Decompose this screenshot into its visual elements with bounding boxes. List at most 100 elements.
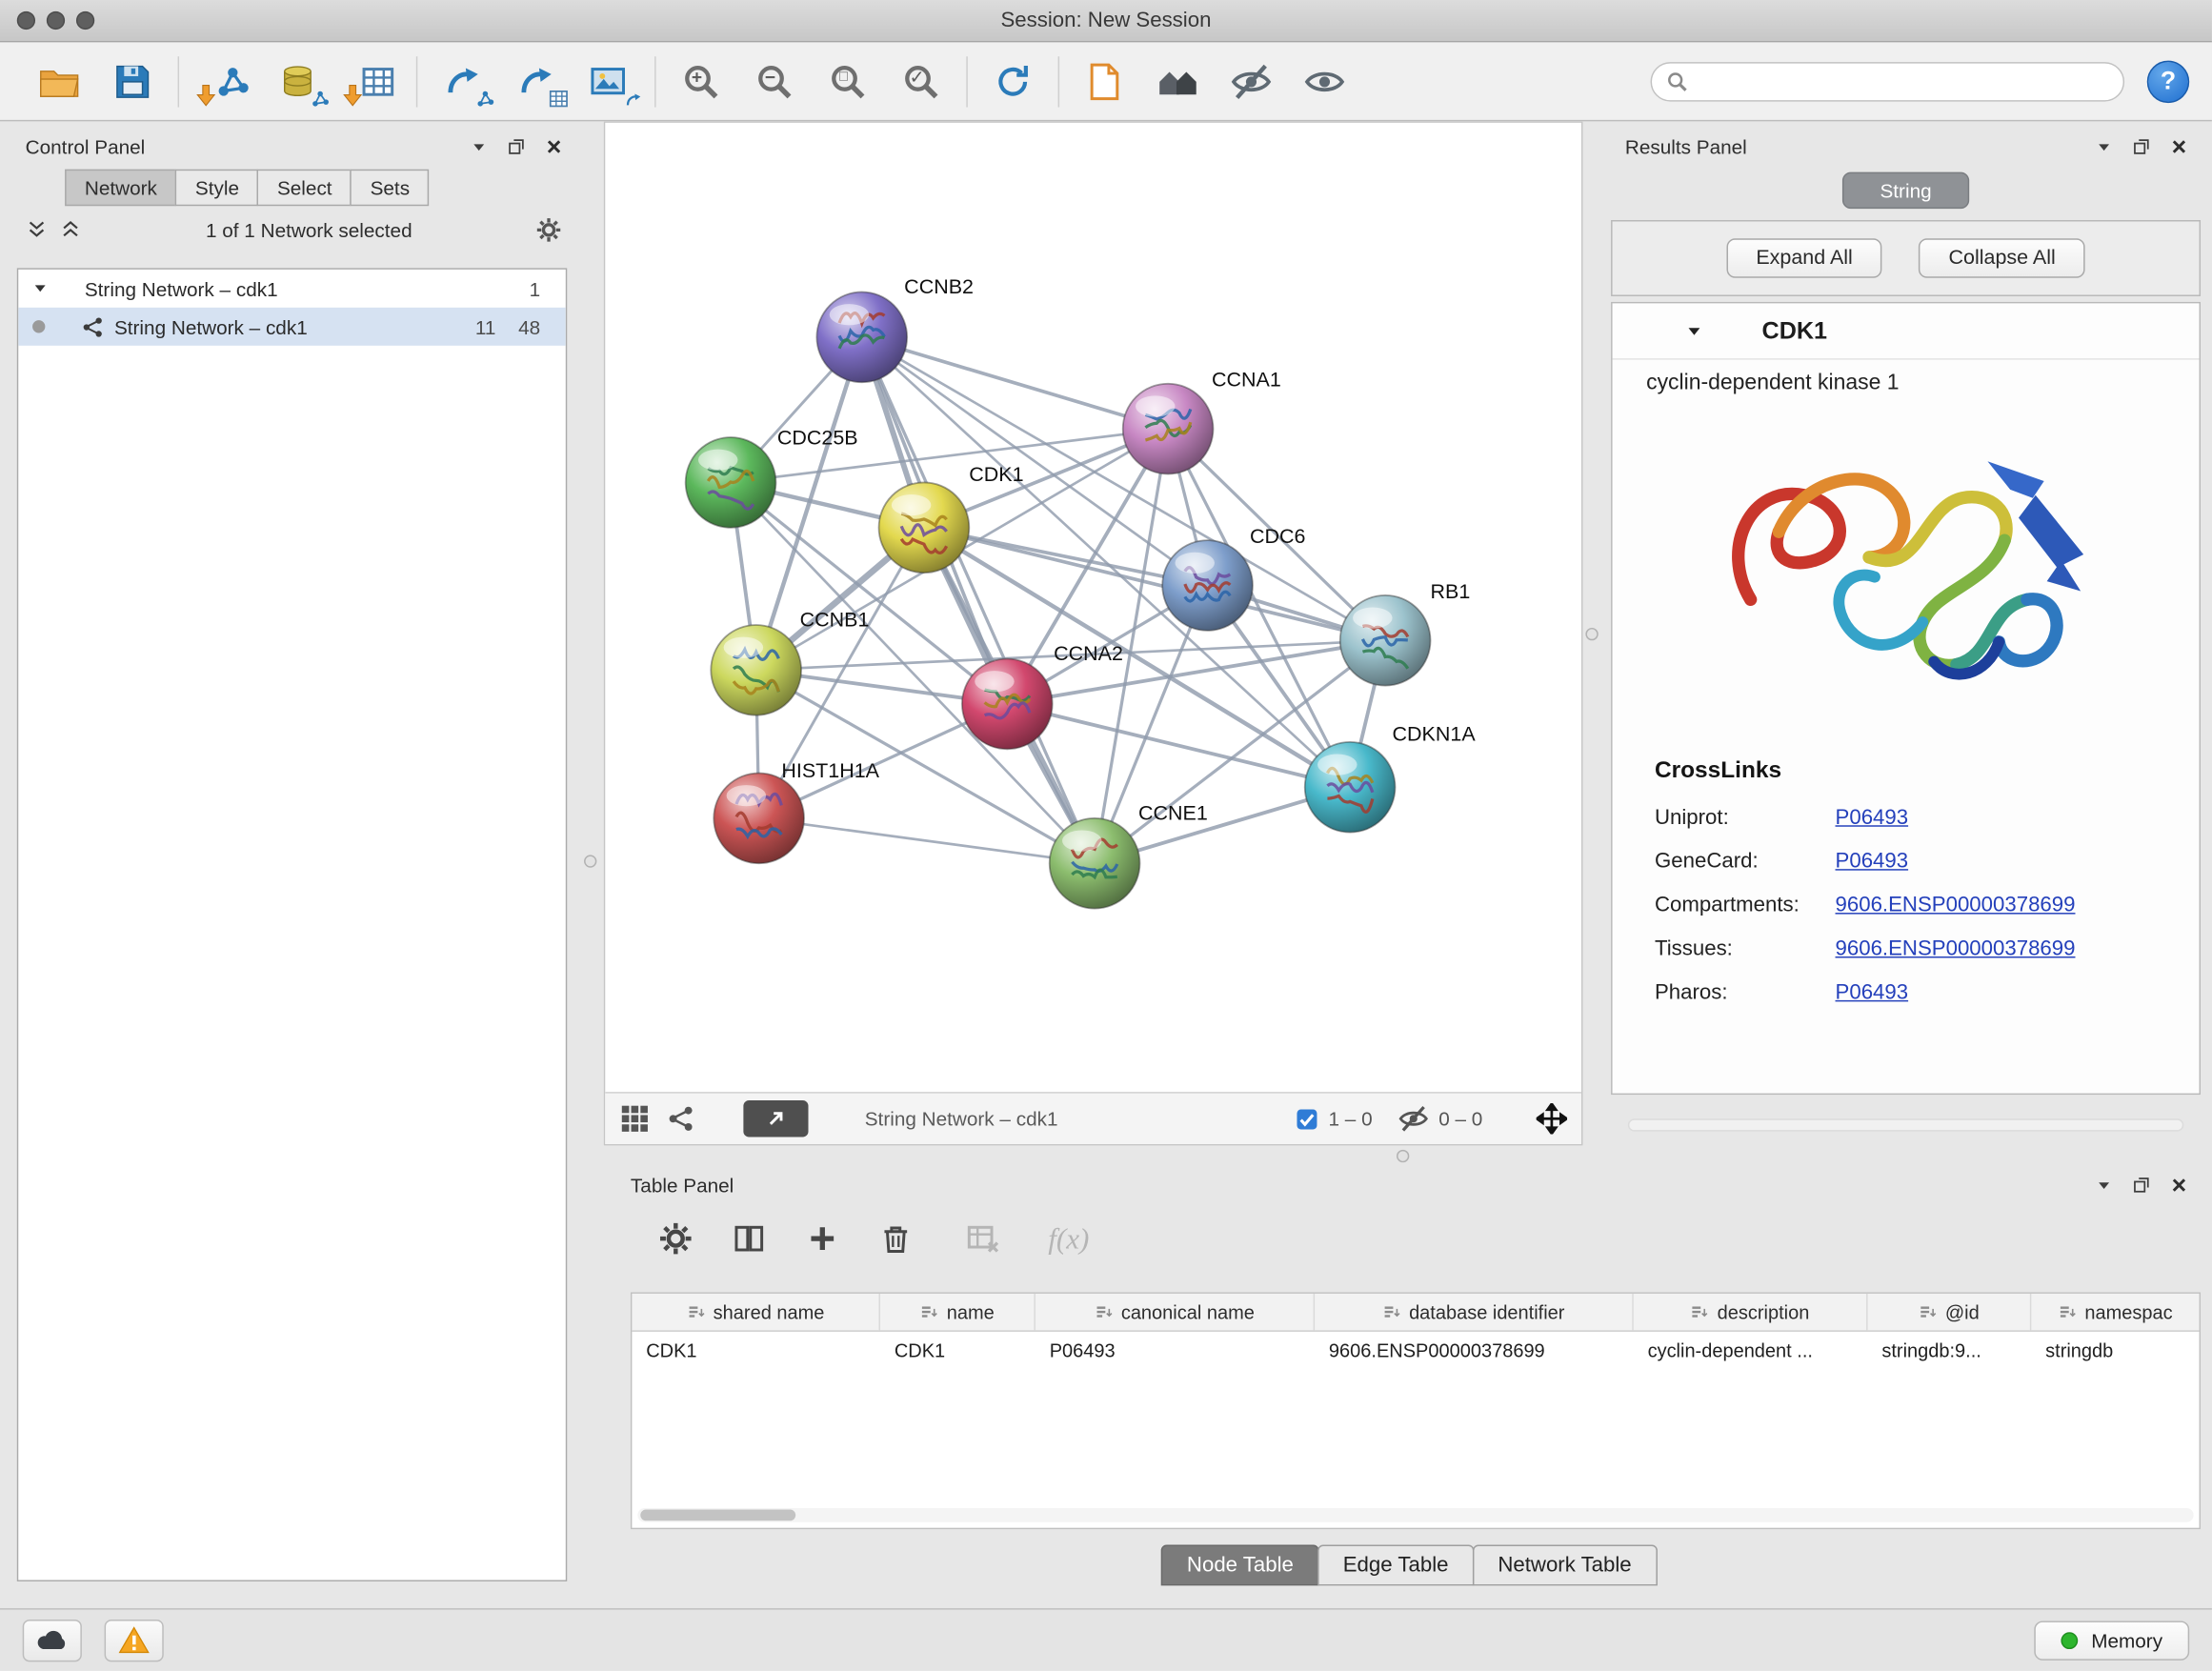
collapse-panel-icon[interactable] xyxy=(2097,1178,2112,1193)
collapse-all-button[interactable]: Collapse All xyxy=(1919,238,2084,277)
float-panel-icon[interactable] xyxy=(2132,137,2152,157)
help-button[interactable]: ? xyxy=(2147,60,2189,102)
search-input[interactable] xyxy=(1697,70,2108,92)
panel-resize-handle[interactable] xyxy=(1585,628,1598,640)
column-header-shared-name[interactable]: shared name xyxy=(632,1294,880,1331)
close-panel-icon[interactable]: × xyxy=(2172,134,2187,160)
open-session-button[interactable] xyxy=(23,50,96,112)
string-app-icon[interactable] xyxy=(667,1104,695,1133)
gear-icon[interactable] xyxy=(536,217,562,243)
network-node-ccna1[interactable] xyxy=(1123,384,1214,474)
zoom-fit-button[interactable]: □ xyxy=(811,50,884,112)
export-image-button[interactable] xyxy=(573,50,646,112)
tab-network-table[interactable]: Network Table xyxy=(1473,1544,1658,1585)
open-view-button[interactable] xyxy=(743,1100,808,1137)
float-panel-icon[interactable] xyxy=(2132,1176,2152,1196)
column-header-namespac[interactable]: namespac xyxy=(2031,1294,2201,1331)
results-scrollbar[interactable] xyxy=(1628,1118,2183,1131)
disclosure-triangle-icon[interactable] xyxy=(32,281,48,296)
import-arrow-icon xyxy=(193,83,219,109)
collapse-all-icon[interactable] xyxy=(26,219,49,242)
network-node-ccnb2[interactable] xyxy=(816,292,907,383)
table-row[interactable]: CDK1CDK1P064939606.ENSP00000378699cyclin… xyxy=(632,1332,2199,1370)
column-header-database-identifier[interactable]: database identifier xyxy=(1315,1294,1634,1331)
network-node-cdc6[interactable] xyxy=(1162,540,1253,631)
network-node-cdc25b[interactable] xyxy=(686,437,776,528)
entry-collapse-icon[interactable] xyxy=(1686,322,1703,339)
checkbox-icon[interactable] xyxy=(1295,1107,1318,1131)
column-header-name[interactable]: name xyxy=(880,1294,1036,1331)
string-tab-button[interactable]: String xyxy=(1841,172,1969,210)
network-node-cdk1[interactable] xyxy=(879,482,970,573)
network-edge[interactable] xyxy=(862,337,1168,429)
pan-tool-icon[interactable] xyxy=(1537,1103,1568,1135)
column-header-canonical-name[interactable]: canonical name xyxy=(1036,1294,1315,1331)
tab-edge-table[interactable]: Edge Table xyxy=(1317,1544,1474,1585)
tab-network[interactable]: Network xyxy=(65,170,177,207)
minimize-window-button[interactable] xyxy=(47,11,65,30)
import-network-file-button[interactable] xyxy=(188,50,261,112)
tab-node-table[interactable]: Node Table xyxy=(1161,1544,1318,1585)
table-body: CDK1CDK1P064939606.ENSP00000378699cyclin… xyxy=(632,1332,2199,1370)
close-window-button[interactable] xyxy=(17,11,35,30)
column-header-description[interactable]: description xyxy=(1634,1294,1868,1331)
delete-icon[interactable] xyxy=(879,1221,914,1256)
network-edge[interactable] xyxy=(759,818,1095,863)
crosslink-value-link[interactable]: P06493 xyxy=(1836,980,1909,1004)
import-network-database-button[interactable] xyxy=(261,50,334,112)
network-node-ccne1[interactable] xyxy=(1050,818,1140,909)
crosslink-value-link[interactable]: P06493 xyxy=(1836,806,1909,830)
columns-icon[interactable] xyxy=(733,1221,767,1256)
close-panel-icon[interactable]: × xyxy=(2172,1173,2187,1198)
hide-details-button[interactable] xyxy=(1215,50,1288,112)
network-edge[interactable] xyxy=(862,337,1095,863)
network-canvas[interactable]: CCNB2CCNA1CDC25BCDK1CDC6RB1CCNB1CCNA2CDK… xyxy=(605,123,1581,1092)
maximize-window-button[interactable] xyxy=(76,11,94,30)
crosslink-value-link[interactable]: P06493 xyxy=(1836,849,1909,873)
network-node-ccnb1[interactable] xyxy=(711,625,801,715)
expand-all-button[interactable]: Expand All xyxy=(1726,238,1882,277)
close-panel-icon[interactable]: × xyxy=(547,134,562,160)
network-node-hist1h1a[interactable] xyxy=(714,773,804,863)
crosslink-value-link[interactable]: 9606.ENSP00000378699 xyxy=(1836,936,2076,960)
entry-header[interactable]: CDK1 xyxy=(1613,303,2200,359)
column-header--id[interactable]: @id xyxy=(1868,1294,2032,1331)
panel-resize-handle[interactable] xyxy=(1397,1150,1409,1162)
float-panel-icon[interactable] xyxy=(507,137,527,157)
expand-all-icon[interactable] xyxy=(59,219,82,242)
collapse-panel-icon[interactable] xyxy=(472,139,487,154)
save-session-button[interactable] xyxy=(96,50,170,112)
tab-sets[interactable]: Sets xyxy=(351,170,430,207)
home-button[interactable] xyxy=(1141,50,1215,112)
panel-resize-handle[interactable] xyxy=(584,855,596,867)
network-edge[interactable] xyxy=(924,528,1385,640)
export-network-button[interactable] xyxy=(426,50,499,112)
tab-select[interactable]: Select xyxy=(257,170,352,207)
crosslink-value-link[interactable]: 9606.ENSP00000378699 xyxy=(1836,893,2076,916)
memory-button[interactable]: Memory xyxy=(2035,1621,2189,1660)
collapse-panel-icon[interactable] xyxy=(2097,139,2112,154)
export-table-button[interactable] xyxy=(499,50,573,112)
zoom-selected-button[interactable]: ✓ xyxy=(884,50,957,112)
network-row[interactable]: String Network – cdk1 11 48 xyxy=(18,308,566,346)
zoom-in-button[interactable]: + xyxy=(664,50,737,112)
table-hscrollbar[interactable] xyxy=(637,1508,2193,1522)
scrollbar-thumb[interactable] xyxy=(640,1509,795,1520)
tab-style[interactable]: Style xyxy=(175,170,259,207)
add-column-icon[interactable] xyxy=(806,1221,840,1256)
birdseye-view-icon[interactable] xyxy=(619,1103,651,1135)
warnings-button[interactable] xyxy=(105,1619,164,1661)
show-details-button[interactable] xyxy=(1288,50,1361,112)
import-table-file-button[interactable] xyxy=(334,50,408,112)
crosslink-row: Pharos:P06493 xyxy=(1655,971,2200,1015)
network-node-rb1[interactable] xyxy=(1340,595,1431,686)
document-button[interactable] xyxy=(1068,50,1141,112)
network-node-cdkn1a[interactable] xyxy=(1305,742,1396,833)
cloud-sync-button[interactable] xyxy=(23,1619,82,1661)
gear-icon[interactable] xyxy=(659,1221,694,1256)
network-node-ccna2[interactable] xyxy=(962,659,1053,750)
refresh-view-button[interactable] xyxy=(976,50,1050,112)
network-collection-row[interactable]: String Network – cdk1 1 xyxy=(18,270,566,308)
collection-count: 1 xyxy=(530,277,541,300)
zoom-out-button[interactable]: − xyxy=(737,50,811,112)
